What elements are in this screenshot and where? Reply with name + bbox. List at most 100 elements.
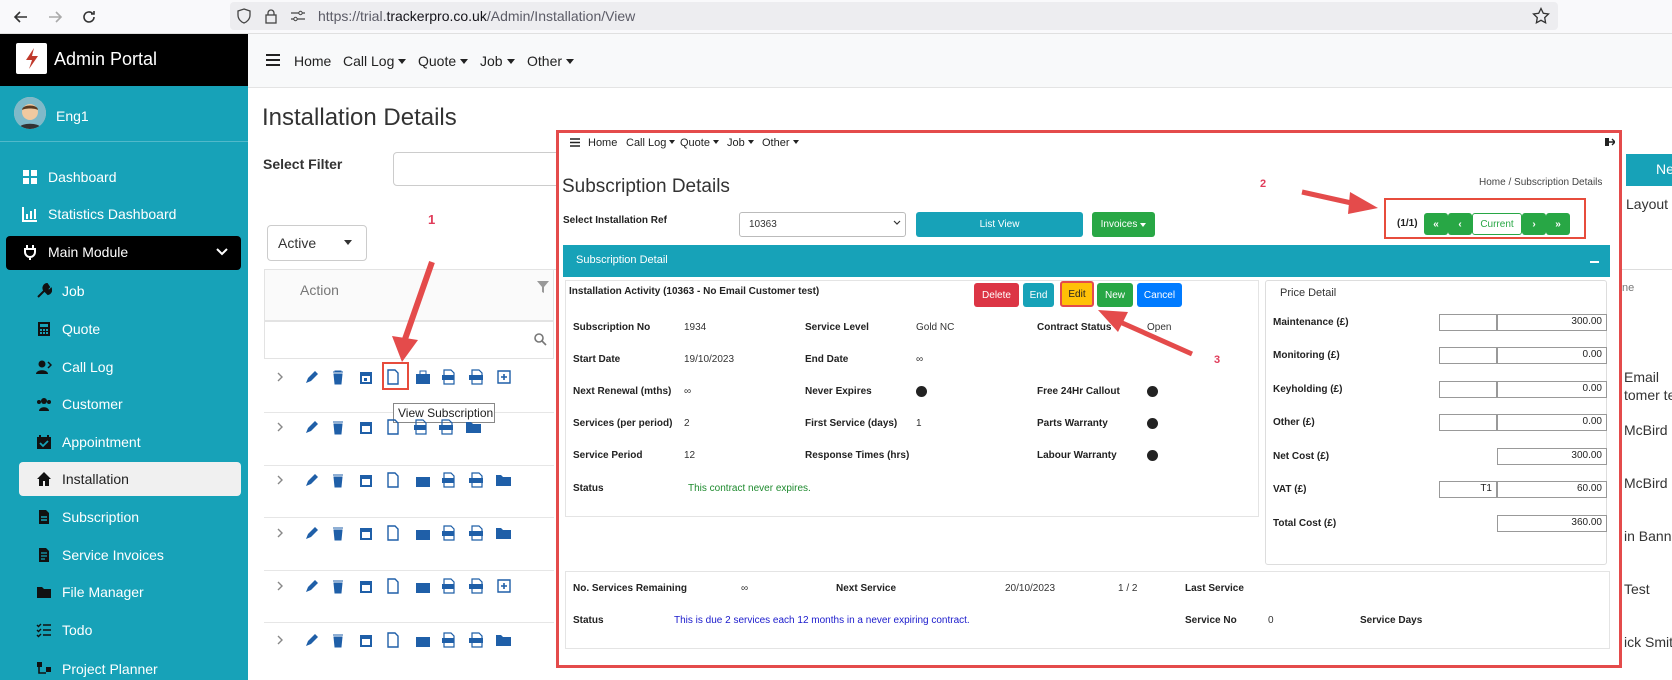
filter-funnel-icon[interactable]: [536, 280, 550, 294]
breadcrumb: Home / Subscription Details: [1479, 177, 1603, 188]
delete-button[interactable]: Delete: [974, 283, 1019, 307]
list-view-button[interactable]: List View: [916, 212, 1083, 237]
user-name[interactable]: Eng1: [56, 108, 89, 124]
table-row: [276, 578, 516, 594]
overlay-nav-call-log[interactable]: Call Log: [626, 137, 676, 149]
net-cost-input[interactable]: 300.00: [1497, 448, 1607, 465]
subscription-detail-panel-header: [563, 245, 1610, 277]
price-label: Net Cost (£): [1273, 451, 1330, 462]
sidebar-item-label: Statistics Dashboard: [48, 206, 177, 222]
statistics-icon: [22, 206, 38, 222]
services-per-period-label: Services (per period): [573, 418, 673, 429]
row-divider: [264, 517, 554, 518]
footer-status-label: Status: [573, 615, 604, 626]
labour-warranty-label: Labour Warranty: [1037, 450, 1117, 461]
step-marker-1: 1: [428, 212, 436, 227]
collapse-icon[interactable]: [1590, 261, 1599, 263]
price-label: Total Cost (£): [1273, 518, 1337, 529]
services-per-period-value: 2: [684, 418, 690, 429]
overlay-nav-job[interactable]: Job: [727, 137, 754, 149]
shield-icon[interactable]: [236, 8, 252, 24]
edit-button[interactable]: Edit: [1060, 281, 1094, 307]
installation-active-bg: [19, 462, 241, 496]
layout-label[interactable]: Layout: [1626, 196, 1668, 212]
next-page-button[interactable]: ›: [1522, 213, 1546, 235]
last-page-button[interactable]: »: [1546, 213, 1570, 235]
new-button[interactable]: New: [1097, 283, 1133, 307]
invoices-dropdown[interactable]: Invoices: [1092, 212, 1155, 237]
cell-customer: Test: [1624, 581, 1650, 597]
first-service-label: First Service (days): [805, 418, 898, 429]
view-subscription-button[interactable]: [382, 362, 409, 390]
start-date-label: Start Date: [573, 354, 621, 365]
total-cost-input[interactable]: 360.00: [1497, 515, 1607, 532]
nav-job[interactable]: Job: [480, 53, 515, 69]
logout-icon[interactable]: [1604, 137, 1615, 147]
dashboard-icon: [22, 169, 38, 185]
price-left-input[interactable]: [1439, 347, 1497, 364]
search-icon[interactable]: [534, 333, 547, 346]
sidebar-item-label: Dashboard: [48, 169, 117, 185]
next-renewal-label: Next Renewal (mths): [573, 386, 672, 397]
overlay-nav-other[interactable]: Other: [762, 137, 799, 149]
price-input[interactable]: 0.00: [1497, 347, 1607, 364]
sidebar-item-label: Todo: [62, 622, 93, 638]
select-installation-label: Select Installation Ref: [563, 215, 667, 226]
overlay-nav-quote[interactable]: Quote: [680, 137, 719, 149]
status-value: This contract never expires.: [688, 483, 811, 494]
overlay-nav-home[interactable]: Home: [588, 137, 617, 149]
service-period-value: 12: [684, 450, 696, 461]
first-page-button[interactable]: «: [1424, 213, 1448, 235]
reload-icon[interactable]: [80, 8, 98, 26]
lock-icon[interactable]: [264, 8, 278, 24]
menu-toggle-icon[interactable]: [570, 138, 580, 147]
price-label: Maintenance (£): [1273, 317, 1349, 328]
price-detail-title: Price Detail: [1280, 287, 1337, 299]
price-input[interactable]: 0.00: [1497, 414, 1607, 431]
sidebar-item-label: Installation: [62, 471, 129, 487]
price-input[interactable]: 300.00: [1497, 314, 1607, 331]
check-icon: [1147, 386, 1158, 397]
nav-call-log[interactable]: Call Log: [343, 53, 407, 69]
end-button[interactable]: End: [1023, 283, 1054, 307]
back-icon[interactable]: [12, 8, 30, 26]
nav-home[interactable]: Home: [294, 53, 331, 69]
price-left-input[interactable]: [1439, 414, 1497, 431]
vat-code-input[interactable]: T1: [1439, 481, 1497, 498]
service-level-label: Service Level: [805, 322, 869, 333]
cancel-button[interactable]: Cancel: [1137, 283, 1182, 307]
sidebar-item-label: Appointment: [62, 434, 141, 450]
vat-input[interactable]: 60.00: [1497, 481, 1607, 498]
price-input[interactable]: 0.00: [1497, 381, 1607, 398]
filter-input[interactable]: [393, 152, 563, 186]
bookmark-star-icon[interactable]: [1532, 7, 1550, 25]
brand-title[interactable]: Admin Portal: [54, 49, 157, 70]
sidebar-item-label: Main Module: [48, 244, 129, 260]
chevron-down-icon[interactable]: [216, 247, 228, 257]
nav-other[interactable]: Other: [527, 53, 575, 69]
activity-title: Installation Activity (10363 - No Email …: [569, 286, 820, 297]
forward-icon[interactable]: [46, 8, 64, 26]
nav-quote[interactable]: Quote: [418, 53, 469, 69]
list-icon: [36, 622, 52, 638]
file-icon: [36, 509, 52, 525]
service-fraction: 1 / 2: [1118, 583, 1138, 594]
row-divider: [264, 570, 554, 571]
subscription-title: Subscription Details: [562, 176, 730, 197]
price-left-input[interactable]: [1439, 381, 1497, 398]
brand-logo[interactable]: [16, 43, 47, 74]
prev-page-button[interactable]: ‹: [1448, 213, 1472, 235]
next-renewal-value: ∞: [684, 386, 692, 397]
annotation-arrow: [1096, 308, 1196, 358]
breadcrumb-home[interactable]: Home: [1479, 177, 1506, 188]
menu-toggle-icon[interactable]: [266, 54, 280, 66]
subscription-no-value: 1934: [684, 322, 707, 333]
price-left-input[interactable]: [1439, 314, 1497, 331]
permissions-icon[interactable]: [290, 9, 306, 23]
free-callout-label: Free 24Hr Callout: [1037, 386, 1120, 397]
url-text[interactable]: https://trial.trackerpro.co.uk/Admin/Ins…: [318, 8, 635, 24]
current-page-button[interactable]: Current: [1472, 213, 1522, 235]
check-icon: [1147, 418, 1158, 429]
calculator-icon: [36, 321, 52, 337]
avatar[interactable]: [14, 97, 46, 129]
